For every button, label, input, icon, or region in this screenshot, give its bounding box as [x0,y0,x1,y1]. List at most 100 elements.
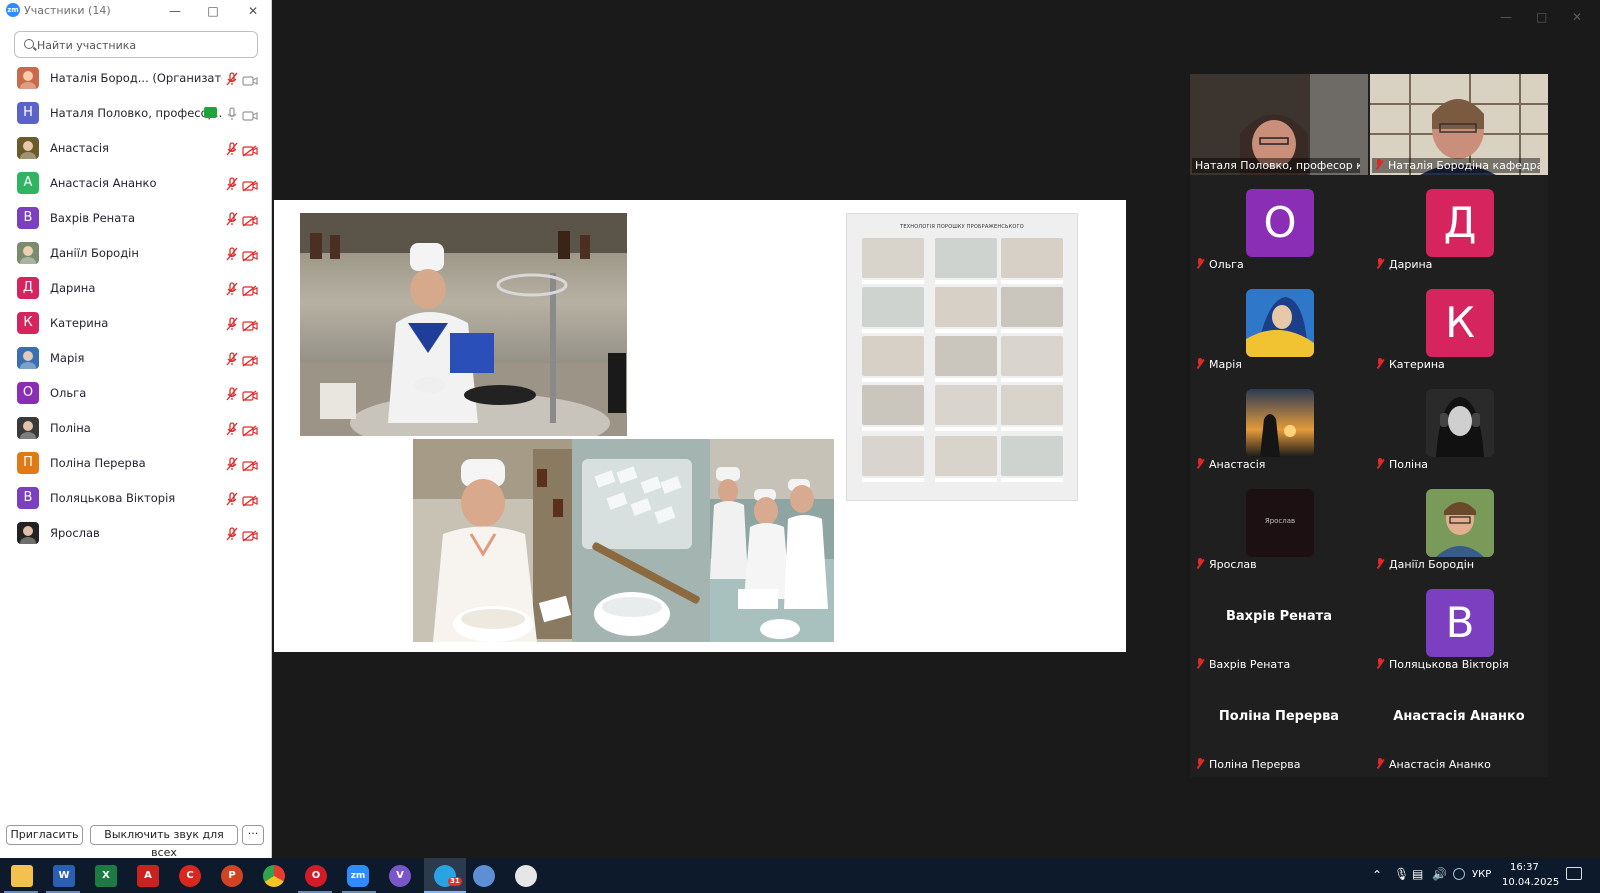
language-indicator[interactable]: УКР [1472,869,1491,880]
participant-row[interactable]: Н Наталя Половко, професор... [0,96,270,130]
video-tile[interactable]: В Поляцькова Вікторія [1370,575,1548,675]
video-tile[interactable]: Поліна Перерва Поліна Перерва [1190,675,1368,775]
muted-microphone-icon[interactable] [225,351,239,366]
participant-row[interactable]: В Вахрів Рената [0,201,270,235]
video-off-icon[interactable] [242,212,258,227]
participant-row[interactable]: Наталія Бород... (Организатор, я) [0,61,270,95]
video-tile[interactable]: Наталія Бородіна кафедра ф... [1370,74,1548,175]
participant-row[interactable]: П Поліна Перерва [0,446,270,480]
acrobat-reader-icon[interactable]: C [179,865,201,887]
muted-microphone-icon[interactable] [225,176,239,191]
video-off-icon[interactable] [242,457,258,472]
muted-microphone-icon[interactable] [225,526,239,541]
video-tile[interactable]: К Катерина [1370,275,1548,375]
video-tile[interactable]: Даніїл Бородін [1370,475,1548,575]
word-icon[interactable]: W [53,865,75,887]
telegram-icon[interactable]: 31 [434,865,462,887]
chrome-icon[interactable] [263,865,285,887]
muted-microphone-icon [1376,458,1385,469]
paint-3d-icon[interactable] [515,865,537,887]
muted-microphone-icon[interactable] [225,281,239,296]
meeting-close-icon[interactable]: ✕ [1572,10,1582,24]
video-off-icon[interactable] [242,247,258,262]
participant-row[interactable]: К Катерина [0,306,270,340]
document-step-caption [1001,427,1063,431]
acrobat-icon[interactable]: A [137,865,159,887]
clock-date[interactable]: 10.04.2025 [1502,877,1559,888]
notifications-icon[interactable] [1566,867,1582,880]
avatar-photo [20,351,36,369]
paint-icon[interactable] [473,865,495,887]
video-tile[interactable]: О Ольга [1190,175,1368,275]
participant-row[interactable]: О Ольга [0,376,270,410]
muted-microphone-icon[interactable] [225,71,239,86]
avatar-letter: К [1426,289,1494,357]
document-step-image [1001,238,1063,278]
maximize-icon[interactable]: □ [194,0,232,22]
video-tile[interactable]: Анастасія [1190,375,1368,475]
excel-icon[interactable]: X [95,865,117,887]
muted-microphone-icon[interactable] [225,421,239,436]
meeting-minimize-icon[interactable]: — [1500,10,1512,24]
video-off-icon[interactable] [242,142,258,157]
participant-row[interactable]: Ярослав [0,516,270,550]
clock-time[interactable]: 16:37 [1510,862,1539,873]
video-tile[interactable]: Наталя Половко, професор ка... [1190,74,1368,175]
minimize-icon[interactable]: — [156,0,194,22]
close-icon[interactable]: ✕ [234,0,272,22]
participant-search-box[interactable] [14,31,258,58]
participant-search-input[interactable] [37,35,247,55]
participant-row[interactable]: В Поляцькова Вікторія [0,481,270,515]
video-off-icon[interactable] [242,177,258,192]
document-step-image [1001,385,1063,425]
zoom-icon[interactable]: zm [347,865,369,887]
participant-row[interactable]: Даніїл Бородін [0,236,270,270]
meeting-maximize-icon[interactable]: □ [1536,10,1547,24]
microphone-icon[interactable]: 🎙 [1394,867,1409,881]
video-tile[interactable]: Вахрів Рената Вахрів Рената [1190,575,1368,675]
opera-icon[interactable]: O [305,865,327,887]
muted-microphone-icon[interactable] [225,211,239,226]
video-camera-icon[interactable] [242,107,258,121]
video-tile[interactable]: Д Дарина [1370,175,1548,275]
chevron-up-icon[interactable]: ⌃ [1372,868,1382,882]
muted-microphone-icon[interactable] [225,491,239,506]
muted-microphone-icon[interactable] [225,386,239,401]
powerpoint-icon[interactable]: P [221,865,243,887]
muted-microphone-icon[interactable] [225,141,239,156]
telegram-badge: 31 [448,877,462,886]
participant-row[interactable]: Марія [0,341,270,375]
volume-icon[interactable]: 🔊 [1432,867,1447,881]
network-icon[interactable]: ▤ [1412,867,1423,881]
video-off-icon[interactable] [242,282,258,297]
video-off-icon[interactable] [242,527,258,542]
tile-name-text: Наталія Бородіна кафедра ф... [1388,159,1540,172]
participant-row[interactable]: Анастасія [0,131,270,165]
viber-icon[interactable]: V [389,865,411,887]
security-icon[interactable] [1453,868,1465,880]
participant-row[interactable]: Поліна [0,411,270,445]
video-off-icon[interactable] [242,387,258,402]
muted-microphone-icon[interactable] [225,316,239,331]
video-off-icon[interactable] [242,422,258,437]
video-tile[interactable]: Марія [1190,275,1368,375]
microphone-icon[interactable] [225,106,239,120]
document-step-image [935,238,997,278]
muted-microphone-icon[interactable] [225,456,239,471]
muted-microphone-icon [1196,458,1205,469]
participant-row[interactable]: А Анастасія Ананко [0,166,270,200]
video-tile[interactable]: Анастасія Ананко Анастасія Ананко [1370,675,1548,775]
more-options-button[interactable]: ··· [242,825,264,845]
video-off-icon[interactable] [242,492,258,507]
muted-microphone-icon[interactable] [225,246,239,261]
video-tile[interactable]: Ярослав Ярослав [1190,475,1368,575]
invite-button[interactable]: Пригласить [6,825,83,845]
mute-all-button[interactable]: Выключить звук для всех [90,825,238,859]
video-off-icon[interactable] [242,352,258,367]
document-step-caption [935,280,997,284]
file-explorer-icon[interactable] [11,865,33,887]
video-off-icon[interactable] [242,317,258,332]
video-tile[interactable]: Поліна [1370,375,1548,475]
participant-row[interactable]: Д Дарина [0,271,270,305]
video-camera-icon[interactable] [242,72,258,86]
